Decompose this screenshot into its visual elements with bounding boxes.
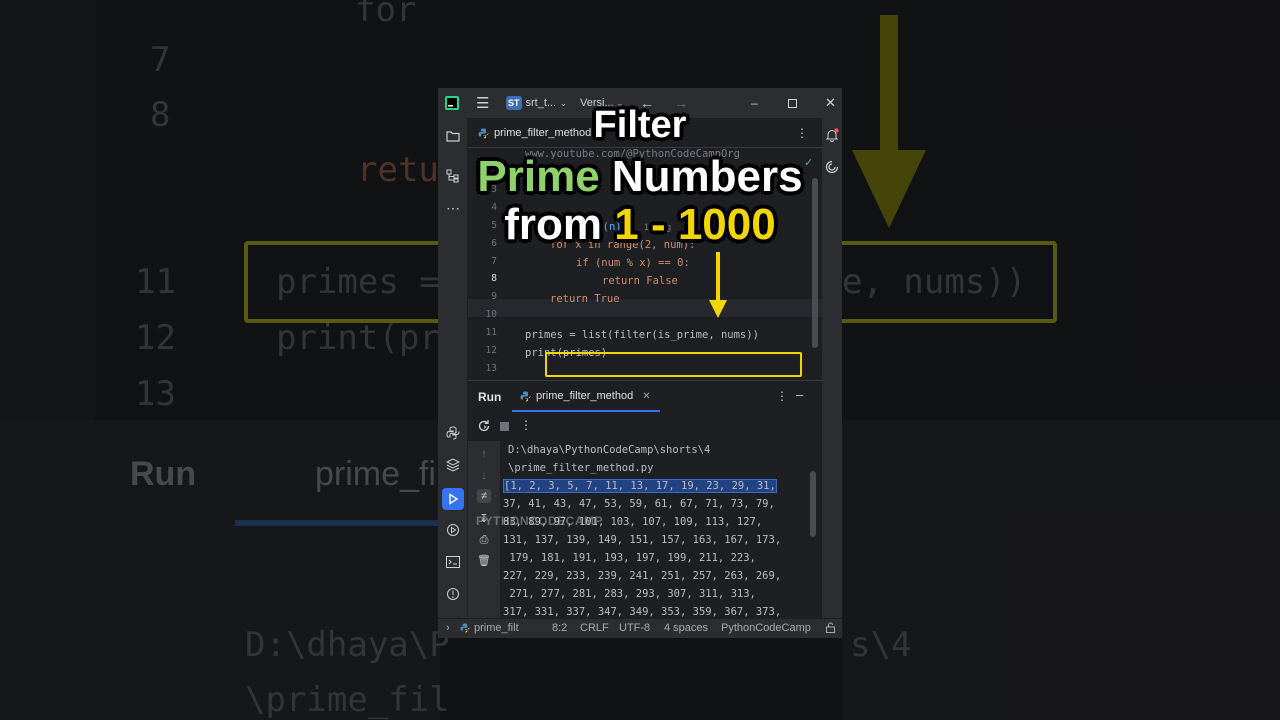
overlay-title-line-1: Filter xyxy=(593,104,687,146)
more-options-icon[interactable]: ⋮ xyxy=(776,389,788,403)
problems-icon[interactable] xyxy=(445,586,461,602)
code-line-9: return True xyxy=(550,293,620,305)
run-tool-icon[interactable] xyxy=(442,488,464,510)
soft-wrap-icon[interactable]: ≠ xyxy=(477,489,491,503)
python-file-icon xyxy=(460,623,470,633)
terminal-icon[interactable] xyxy=(445,554,461,570)
console-output[interactable]: D:\dhaya\PythonCodeCamp\shorts\4 \prime_… xyxy=(500,441,812,619)
run-panel-header: Run prime_filter_method ✕ ⋮ – xyxy=(468,381,822,413)
rerun-icon[interactable] xyxy=(477,419,491,433)
interpreter-selector[interactable]: PythonCodeCamp xyxy=(721,622,811,634)
output-toolbar: ↑ ↓ ≠ ↧ ⎙ 🗑 xyxy=(468,441,500,619)
overlay-word-from: from xyxy=(504,200,603,249)
output-scrollbar[interactable] xyxy=(810,471,816,537)
hide-panel-icon[interactable]: – xyxy=(796,387,803,402)
run-tab-underline xyxy=(512,410,660,412)
indent-setting[interactable]: 4 spaces xyxy=(664,622,708,634)
lock-icon[interactable] xyxy=(825,622,836,636)
breadcrumb[interactable]: prime_filt xyxy=(460,622,519,634)
stop-icon[interactable] xyxy=(500,422,509,431)
overlay-title-line-2: Prime Numbers xyxy=(0,152,1280,202)
output-line: \prime_filter_method.py xyxy=(508,462,654,474)
run-config-tab[interactable]: prime_filter_method ✕ xyxy=(520,390,651,402)
overlay-word-numbers: Numbers xyxy=(611,152,803,201)
yellow-arrow xyxy=(716,252,720,304)
run-toolbar: ⋮ xyxy=(468,413,822,441)
output-line: 227, 229, 233, 239, 241, 251, 257, 263, … xyxy=(503,570,782,582)
print-icon[interactable]: ⎙ xyxy=(477,533,491,547)
breadcrumb-file: prime_filt xyxy=(474,622,519,634)
python-file-icon xyxy=(520,391,531,401)
run-panel-title: Run xyxy=(478,390,502,404)
trash-icon[interactable]: 🗑 xyxy=(477,553,491,567)
file-encoding[interactable]: UTF-8 xyxy=(619,622,650,634)
watermark: PYTHONCODECAMP xyxy=(476,514,604,528)
yellow-arrowhead xyxy=(709,300,727,318)
run-panel: Run prime_filter_method ✕ ⋮ – ⋮ ↑ ↓ ≠ ↧ … xyxy=(468,380,822,619)
status-bar: › prime_filt 8:2 CRLF UTF-8 4 spaces Pyt… xyxy=(438,618,842,638)
overlay-range: 1 - 1000 xyxy=(614,200,776,249)
services-icon[interactable] xyxy=(445,522,461,538)
close-tab-icon[interactable]: ✕ xyxy=(642,391,650,402)
overlay-title-line-3: from 1 - 1000 xyxy=(0,200,1280,250)
code-line-8: return False xyxy=(602,275,678,287)
output-line: 131, 137, 139, 149, 151, 157, 163, 167, … xyxy=(503,534,782,546)
code-line-11: primes = list(filter(is_prime, nums)) xyxy=(525,329,759,341)
python-console-icon[interactable] xyxy=(445,425,461,441)
output-line: 317, 331, 337, 347, 349, 353, 359, 367, … xyxy=(503,606,782,618)
highlight-box xyxy=(545,352,802,377)
output-line: 179, 181, 191, 193, 197, 199, 211, 223, xyxy=(503,552,756,564)
code-line-7: if (num % x) == 0: xyxy=(576,257,690,269)
line-separator[interactable]: CRLF xyxy=(580,622,609,634)
output-line: 271, 277, 281, 283, 293, 307, 311, 313, xyxy=(503,588,756,600)
more-options-icon[interactable]: ⋮ xyxy=(520,418,532,432)
output-line-selected: [1, 2, 3, 5, 7, 11, 13, 17, 19, 23, 29, … xyxy=(503,479,777,493)
output-line: 37, 41, 43, 47, 53, 59, 61, 67, 71, 73, … xyxy=(503,498,775,510)
up-arrow-icon[interactable]: ↑ xyxy=(477,447,491,461)
run-tab-label: prime_filter_method xyxy=(536,390,634,402)
layers-icon[interactable] xyxy=(445,457,461,473)
caret-position[interactable]: 8:2 xyxy=(552,622,567,634)
overlay-word-prime: Prime xyxy=(477,152,600,201)
chevron-right-icon[interactable]: › xyxy=(446,622,450,634)
output-line: D:\dhaya\PythonCodeCamp\shorts\4 xyxy=(508,444,711,456)
down-arrow-icon[interactable]: ↓ xyxy=(477,469,491,483)
